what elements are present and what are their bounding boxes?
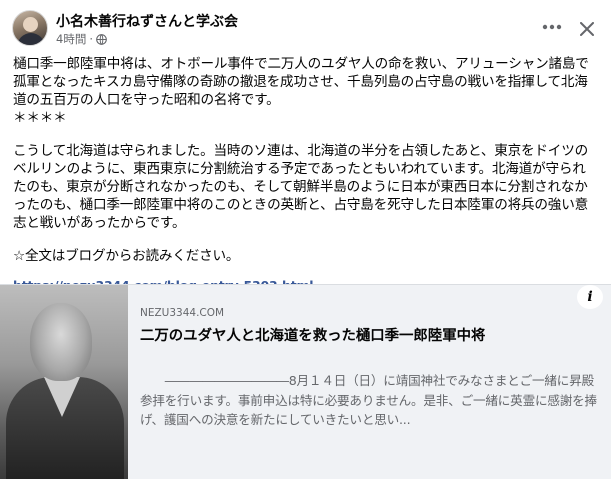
globe-icon — [96, 33, 107, 45]
post-paragraph: ＊＊＊＊ — [13, 110, 67, 126]
post-meta: 4時間 · — [56, 31, 107, 47]
card-description: ――――――――――8月１４日（日）に靖国神社でみなさまとご一緒に昇殿参拝を行い… — [140, 373, 597, 427]
link-preview-card[interactable]: NEZU3344.COM 二万のユダヤ人と北海道を救った樋口季一郎陸軍中将 ――… — [0, 284, 611, 479]
post-paragraph: こうして北海道は守られました。当時のソ連は、北海道の半分を占領したあと、東京をド… — [13, 143, 588, 231]
post-header: 小名木善行ねずさんと学ぶ会 4時間 · — [0, 0, 611, 52]
info-icon: i — [587, 289, 593, 305]
post-text: 樋口季一郎陸軍中将は、オトボール事件で二万人のユダヤ人の命を救い、アリューシャン… — [13, 55, 599, 295]
card-thumbnail[interactable] — [0, 285, 128, 479]
post-time[interactable]: 4時間 — [56, 31, 86, 47]
post-paragraph: 樋口季一郎陸軍中将は、オトボール事件で二万人のユダヤ人の命を救い、アリューシャン… — [13, 56, 589, 108]
card-text[interactable]: NEZU3344.COM 二万のユダヤ人と北海道を救った樋口季一郎陸軍中将 ――… — [140, 285, 601, 479]
author-avatar[interactable] — [12, 10, 48, 46]
info-button[interactable]: i — [577, 285, 603, 309]
card-domain: NEZU3344.COM — [140, 307, 225, 319]
meta-separator: · — [89, 32, 93, 46]
author-name[interactable]: 小名木善行ねずさんと学ぶ会 — [56, 11, 238, 31]
portrait-face — [30, 303, 92, 381]
more-horizontal-icon — [542, 24, 562, 30]
close-icon — [580, 22, 594, 36]
post-paragraph: ☆全文はブログからお読みください。 — [13, 248, 240, 264]
card-title[interactable]: 二万のユダヤ人と北海道を救った樋口季一郎陸軍中将 — [140, 324, 485, 345]
more-options-button[interactable] — [538, 14, 566, 40]
close-button[interactable] — [575, 17, 599, 41]
